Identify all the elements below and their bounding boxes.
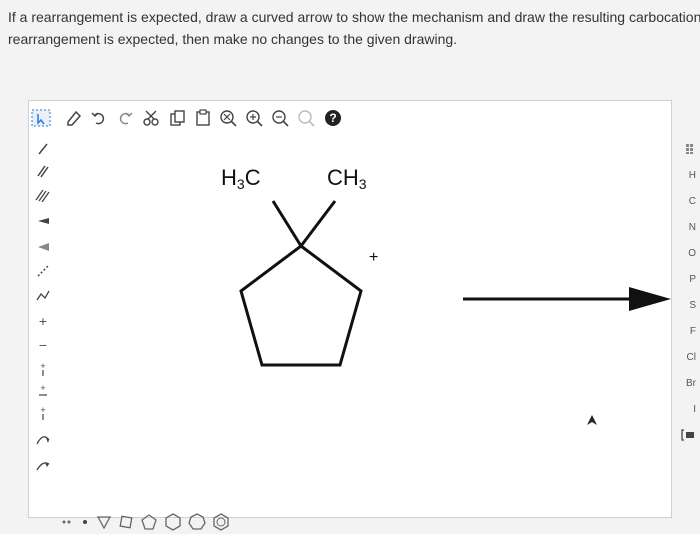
drawing-canvas[interactable]: [29, 101, 671, 517]
zoom-fit-icon[interactable]: [218, 107, 240, 129]
left-toolbar: + − + + +: [28, 136, 58, 516]
element-cl[interactable]: Cl: [687, 352, 696, 363]
element-s[interactable]: S: [689, 300, 696, 311]
radical-plus-2-icon[interactable]: +: [28, 380, 58, 402]
periodic-table-icon[interactable]: [686, 144, 696, 157]
curved-arrow-icon[interactable]: [28, 428, 58, 450]
element-h[interactable]: H: [689, 170, 696, 181]
cut-icon[interactable]: [140, 107, 162, 129]
undo-icon[interactable]: [88, 107, 110, 129]
select-tool-icon[interactable]: [30, 107, 52, 129]
redo-icon[interactable]: [114, 107, 136, 129]
svg-text:?: ?: [329, 111, 336, 125]
negative-charge-tool[interactable]: −: [28, 334, 58, 356]
triple-bond-icon[interactable]: [28, 184, 58, 206]
element-i[interactable]: I: [693, 404, 696, 415]
element-br[interactable]: Br: [686, 378, 696, 389]
element-f[interactable]: F: [690, 326, 696, 337]
top-toolbar: ?: [28, 100, 670, 136]
reaction-arrow-head: [629, 287, 671, 311]
element-n[interactable]: N: [689, 222, 696, 233]
search-icon[interactable]: [296, 107, 318, 129]
lone-pair-icon[interactable]: [60, 517, 74, 527]
paste-icon[interactable]: [192, 107, 214, 129]
question-line-2: rearrangement is expected, then make no …: [8, 31, 458, 47]
svg-text:+: +: [40, 405, 45, 415]
radical-dot-icon[interactable]: [80, 517, 90, 527]
cyclopropane-icon[interactable]: [96, 514, 112, 530]
hash-bond-icon[interactable]: [28, 236, 58, 258]
positive-charge[interactable]: +: [369, 249, 378, 267]
copy-icon[interactable]: [166, 107, 188, 129]
svg-text:+: +: [40, 383, 45, 393]
element-panel: H C N O P S F Cl Br I: [670, 136, 700, 516]
radical-plus-icon[interactable]: +: [28, 358, 58, 380]
svg-text:+: +: [40, 361, 45, 371]
cycloheptane-icon[interactable]: [188, 513, 206, 531]
cyclobutane-icon[interactable]: [118, 514, 134, 530]
help-icon[interactable]: ?: [322, 107, 344, 129]
positive-charge-tool[interactable]: +: [28, 310, 58, 332]
cyclopentane-icon[interactable]: [140, 513, 158, 531]
radical-plus-3-icon[interactable]: +: [28, 402, 58, 424]
atom-label-ch3[interactable]: CH3: [327, 165, 367, 192]
zoom-out-icon[interactable]: [270, 107, 292, 129]
atom-label-h3c[interactable]: H3C: [221, 165, 261, 192]
question-text: If a rearrangement is expected, draw a c…: [8, 6, 700, 50]
half-arrow-icon[interactable]: [28, 454, 58, 476]
dashed-bond-icon[interactable]: [28, 260, 58, 282]
question-line-1: If a rearrangement is expected, draw a c…: [8, 9, 700, 25]
bond-right-methyl: [299, 200, 337, 247]
cyclopentane-ring: [239, 244, 363, 367]
cursor-icon: [587, 415, 597, 425]
element-o[interactable]: O: [688, 248, 696, 259]
benzene-icon[interactable]: [212, 513, 230, 531]
double-bond-icon[interactable]: [28, 160, 58, 182]
element-p[interactable]: P: [689, 274, 696, 285]
chain-tool-icon[interactable]: [28, 284, 58, 306]
drawing-editor[interactable]: H3C CH3 +: [28, 100, 672, 518]
cyclohexane-icon[interactable]: [164, 513, 182, 531]
bond-left-methyl: [271, 200, 303, 247]
bracket-tool-icon[interactable]: [680, 428, 696, 445]
bottom-toolbar: [60, 510, 236, 534]
wedge-bond-icon[interactable]: [28, 210, 58, 232]
eraser-icon[interactable]: [62, 107, 84, 129]
single-bond-icon[interactable]: [28, 138, 58, 160]
element-c[interactable]: C: [689, 196, 696, 207]
zoom-in-icon[interactable]: [244, 107, 266, 129]
